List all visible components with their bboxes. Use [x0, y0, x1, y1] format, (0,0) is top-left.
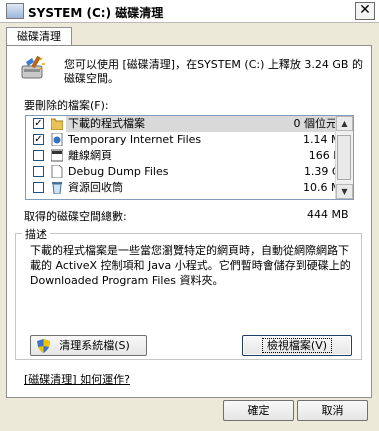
recycle-bin-icon	[52, 182, 62, 194]
cancel-button[interactable]: 取消	[297, 400, 368, 421]
list-item[interactable]: 離線網頁 166 KB	[26, 148, 353, 164]
description-legend: 描述	[22, 226, 50, 242]
disk-cleanup-icon	[6, 3, 24, 19]
item-checkbox[interactable]	[33, 150, 44, 161]
uac-shield-icon	[37, 339, 50, 353]
item-checkbox[interactable]: ✓	[33, 118, 44, 129]
view-files-label: 檢視檔案(V)	[261, 338, 333, 353]
close-button[interactable]: ✕	[355, 2, 375, 20]
item-name: 下載的程式檔案	[68, 117, 145, 130]
disk-cleanup-brush-icon	[21, 55, 45, 79]
title-bar: SYSTEM (C:) 磁碟清理 ✕	[0, 0, 379, 23]
item-name: Debug Dump Files	[68, 165, 169, 178]
files-list[interactable]: ✓ 下載的程式檔案 0 個位元組 ✓ Temporary Internet Fi…	[25, 115, 354, 200]
item-name: Temporary Internet Files	[68, 133, 202, 146]
list-item[interactable]: ✓ Temporary Internet Files 1.14 MB	[26, 132, 353, 148]
folder-icon	[51, 118, 63, 130]
offline-pages-icon	[51, 149, 63, 162]
clean-system-files-label: 清理系統檔(S)	[59, 339, 130, 352]
ok-button[interactable]: 確定	[223, 400, 294, 421]
how-it-works-link[interactable]: [磁碟清理] 如何運作?	[24, 371, 130, 387]
description-text: 下載的程式檔案是一些當您瀏覽特定的網頁時，自動從網際網路下載的 ActiveX …	[30, 244, 351, 287]
list-item[interactable]: Debug Dump Files 1.39 GB	[26, 164, 353, 180]
list-item[interactable]: 資源回收筒 10.6 MB	[26, 180, 353, 196]
scroll-down-button[interactable]: ▼	[336, 184, 353, 199]
item-checkbox[interactable]	[33, 166, 44, 177]
tab-disk-cleanup[interactable]: 磁碟清理	[6, 27, 72, 46]
item-checkbox[interactable]: ✓	[33, 134, 44, 145]
item-name: 資源回收筒	[68, 181, 123, 194]
total-space-label: 取得的磁碟空間總數:	[24, 210, 127, 223]
view-files-button[interactable]: 檢視檔案(V)	[242, 335, 352, 356]
header-text: 您可以使用 [磁碟清理]，在SYSTEM (C:) 上釋放 3.24 GB 的磁…	[64, 58, 363, 85]
blank-file-icon	[51, 165, 63, 178]
scroll-thumb[interactable]	[337, 135, 351, 180]
files-to-delete-label: 要刪除的檔案(F):	[24, 99, 109, 112]
list-scrollbar[interactable]: ▲ ▼	[335, 116, 353, 199]
internet-files-icon	[51, 133, 63, 146]
item-checkbox[interactable]	[33, 182, 44, 193]
total-space-value: 444 MB	[307, 208, 349, 221]
clean-system-files-button[interactable]: 清理系統檔(S)	[30, 335, 147, 356]
list-item[interactable]: ✓ 下載的程式檔案 0 個位元組	[26, 116, 353, 132]
scroll-up-button[interactable]: ▲	[336, 116, 353, 131]
item-name: 離線網頁	[68, 149, 112, 162]
window-title: SYSTEM (C:) 磁碟清理	[28, 6, 164, 20]
